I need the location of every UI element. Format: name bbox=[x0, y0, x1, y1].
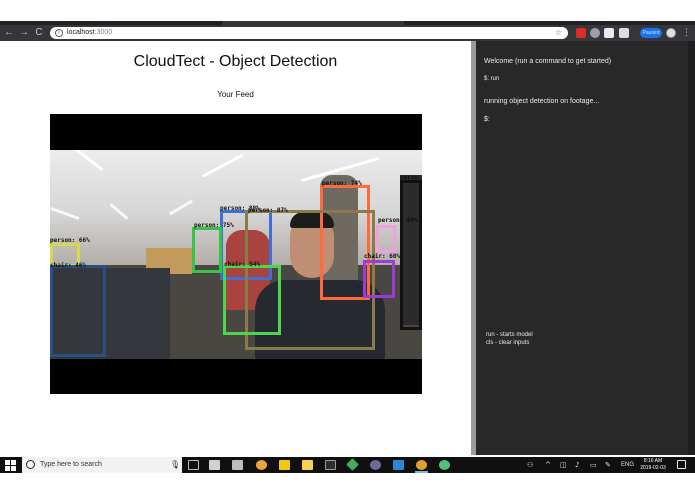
bbox-person-75 bbox=[192, 227, 222, 273]
back-arrow-icon[interactable]: ← bbox=[3, 25, 15, 41]
chevron-up-icon[interactable]: ^ bbox=[545, 457, 551, 473]
chrome-icon[interactable] bbox=[416, 460, 427, 470]
help-cls-command: cls - clear inputs bbox=[486, 340, 530, 346]
vscode-icon[interactable] bbox=[393, 460, 404, 470]
feed-label: Your Feed bbox=[217, 90, 254, 99]
screen-bottom-margin bbox=[0, 473, 695, 494]
task-view-icon[interactable] bbox=[188, 460, 199, 470]
info-icon[interactable]: i bbox=[55, 29, 63, 37]
terminal-history-line: $: run bbox=[484, 76, 500, 82]
url-text[interactable]: localhost:3000 bbox=[67, 27, 112, 39]
terminal-prompt[interactable]: $: bbox=[484, 116, 490, 123]
terminal-panel[interactable]: Welcome (run a command to get started) $… bbox=[476, 41, 688, 455]
reload-icon[interactable]: C bbox=[33, 25, 45, 41]
ceiling-light bbox=[74, 150, 104, 172]
page-title: CloudTect - Object Detection bbox=[133, 53, 338, 70]
detection-label: chair: 60% bbox=[364, 253, 401, 260]
detection-label: perso bbox=[400, 174, 419, 181]
detection-label: person: 75% bbox=[194, 222, 234, 229]
avatar[interactable] bbox=[666, 28, 676, 38]
detection-label: person: 87% bbox=[248, 207, 288, 214]
browser-app-icon[interactable] bbox=[256, 460, 267, 470]
extension-doc-icon[interactable] bbox=[619, 28, 629, 38]
windows-start-icon[interactable] bbox=[3, 459, 18, 471]
system-clock[interactable]: 8:16 AM 2019-02-03 bbox=[636, 458, 670, 472]
taskbar: Type here to search 🎙 ⚇ ^ ◫ ♪ ▭ ✎ ENG 8:… bbox=[0, 457, 695, 473]
detection-pane: CloudTect - Object Detection Your Feed p… bbox=[0, 41, 471, 455]
video-feed: person: 74% person: 80% person: 87% pers… bbox=[50, 114, 422, 394]
address-bar[interactable]: i localhost:3000 ☆ bbox=[50, 27, 568, 39]
network-icon[interactable]: ◫ bbox=[560, 457, 567, 473]
terminal-app-icon[interactable] bbox=[325, 460, 336, 470]
screen-top-margin bbox=[0, 0, 695, 21]
action-center-icon[interactable] bbox=[677, 460, 686, 469]
ceiling-light bbox=[109, 203, 129, 220]
detection-label: person: 66% bbox=[50, 237, 90, 244]
sticky-notes-icon[interactable] bbox=[279, 460, 290, 470]
battery-icon[interactable]: ▭ bbox=[590, 457, 597, 473]
clock-date: 2019-02-03 bbox=[640, 465, 666, 471]
app-icon-green[interactable] bbox=[439, 460, 450, 470]
language-indicator[interactable]: ENG bbox=[621, 457, 634, 473]
browser-toolbar: ← → C i localhost:3000 ☆ Paused ⋮ bbox=[0, 25, 695, 41]
detection-label: chair: 54% bbox=[224, 261, 261, 268]
terminal-scrollbar[interactable] bbox=[688, 41, 695, 455]
more-menu-icon[interactable]: ⋮ bbox=[682, 25, 691, 41]
ceiling-light bbox=[50, 206, 80, 221]
camera-frame: person: 74% person: 80% person: 87% pers… bbox=[50, 150, 422, 359]
bbox-chair-54 bbox=[223, 265, 281, 335]
cortana-icon[interactable] bbox=[26, 460, 35, 469]
volume-icon[interactable]: ♪ bbox=[575, 457, 579, 473]
file-explorer-icon[interactable] bbox=[302, 460, 313, 470]
search-placeholder: Type here to search bbox=[40, 461, 102, 468]
bbox-chair-46 bbox=[50, 265, 106, 357]
mail-icon[interactable] bbox=[209, 460, 220, 470]
help-run-command: run - starts model bbox=[486, 332, 533, 338]
bbox-person-60 bbox=[376, 225, 396, 253]
clock-time: 8:16 AM bbox=[643, 458, 663, 464]
calendar-icon[interactable] bbox=[232, 460, 243, 470]
bbox-chair-60 bbox=[363, 260, 395, 298]
detection-label: person: 60% bbox=[378, 217, 418, 224]
extension-white-icon[interactable] bbox=[604, 28, 614, 38]
profile-button[interactable]: Paused bbox=[640, 28, 662, 38]
git-app-icon[interactable] bbox=[346, 458, 359, 471]
ceiling-light bbox=[201, 153, 245, 178]
extension-gray-icon[interactable] bbox=[590, 28, 600, 38]
bbox-person-edge bbox=[400, 180, 422, 330]
detection-label: person: 74% bbox=[322, 180, 362, 187]
people-icon[interactable]: ⚇ bbox=[527, 457, 533, 473]
ceiling-light bbox=[168, 199, 194, 216]
microphone-icon[interactable]: 🎙 bbox=[170, 457, 180, 473]
taskbar-search-input[interactable]: Type here to search 🎙 bbox=[22, 457, 182, 473]
bookmark-star-icon[interactable]: ☆ bbox=[555, 27, 562, 39]
forward-arrow-icon[interactable]: → bbox=[18, 25, 30, 41]
terminal-output-line: running object detection on footage... bbox=[484, 98, 600, 105]
detection-label: chair: 46% bbox=[50, 262, 87, 269]
extension-red-icon[interactable] bbox=[576, 28, 586, 38]
app-icon-purple[interactable] bbox=[370, 460, 381, 470]
pen-icon[interactable]: ✎ bbox=[605, 457, 611, 473]
terminal-welcome: Welcome (run a command to get started) bbox=[484, 58, 612, 65]
